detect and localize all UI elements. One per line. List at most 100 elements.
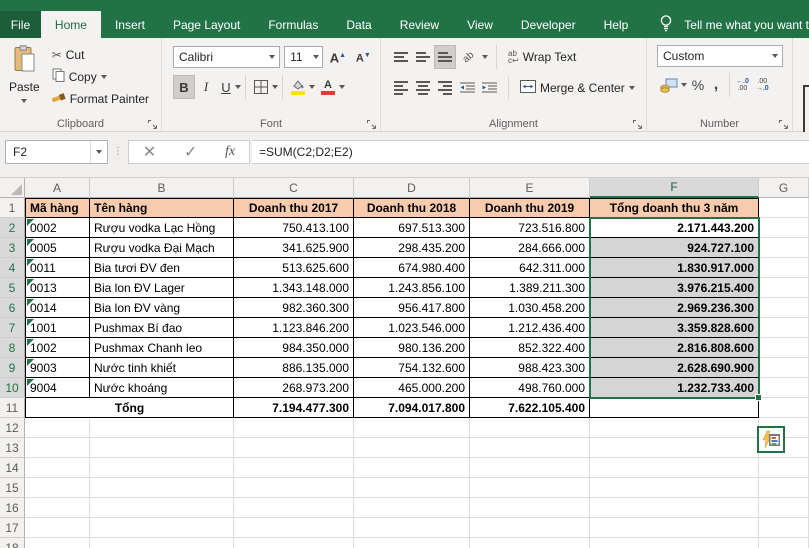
bottom-align-button[interactable] [434,45,456,69]
align-right-button[interactable] [434,76,456,100]
copy-button[interactable]: Copy [49,67,152,86]
tab-file[interactable]: File [0,11,41,38]
cell-E16[interactable] [470,498,590,518]
row-header-11[interactable]: 11 [0,398,25,418]
cell-G15[interactable] [759,478,809,498]
cell-C12[interactable] [234,418,354,438]
row-header-1[interactable]: 1 [0,198,25,218]
column-header-D[interactable]: D [354,178,470,198]
grow-font-button[interactable]: A▲ [327,45,348,69]
cell-E1[interactable]: Doanh thu 2019 [470,198,590,218]
cell-A16[interactable] [25,498,90,518]
cell-D12[interactable] [354,418,470,438]
cell-D16[interactable] [354,498,470,518]
cell-A8[interactable]: 1002 [25,338,90,358]
alignment-dialog-launcher-icon[interactable] [632,117,643,128]
accounting-format-button[interactable] [657,73,681,97]
cell-C7[interactable]: 1.123.846.200 [234,318,354,338]
cell-B4[interactable]: Bia tươi ĐV đen [90,258,234,278]
cell-B18[interactable] [90,538,234,548]
decrease-decimal-button[interactable]: .00→.0 [756,78,769,92]
format-painter-button[interactable]: Format Painter [49,90,152,108]
cell-C6[interactable]: 982.360.300 [234,298,354,318]
cell-E5[interactable]: 1.389.211.300 [470,278,590,298]
column-header-A[interactable]: A [25,178,90,198]
cell-C8[interactable]: 984.350.000 [234,338,354,358]
cell-A17[interactable] [25,518,90,538]
copy-dropdown-icon[interactable] [101,75,107,82]
font-color-dropdown-icon[interactable] [339,85,345,92]
cell-C17[interactable] [234,518,354,538]
cell-F8[interactable]: 2.816.808.600 [590,338,759,358]
cell-D17[interactable] [354,518,470,538]
cell-C1[interactable]: Doanh thu 2017 [234,198,354,218]
tab-formulas[interactable]: Formulas [254,11,332,38]
fill-color-dropdown-icon[interactable] [309,85,315,92]
cell-F13[interactable] [590,438,759,458]
cell-D11[interactable]: 7.094.017.800 [354,398,470,418]
font-name-combo[interactable]: Calibri [173,46,280,68]
cell-F17[interactable] [590,518,759,538]
cell-A4[interactable]: 0011 [25,258,90,278]
cell-G2[interactable] [759,218,809,238]
cell-C15[interactable] [234,478,354,498]
cell-E12[interactable] [470,418,590,438]
cell-D2[interactable]: 697.513.300 [354,218,470,238]
formula-bar-handle[interactable]: ⋮ [113,146,123,157]
cell-G10[interactable] [759,378,809,398]
decrease-indent-button[interactable] [456,76,478,100]
cell-C2[interactable]: 750.413.100 [234,218,354,238]
cell-A13[interactable] [25,438,90,458]
borders-icon[interactable] [250,75,272,99]
wrap-text-button[interactable]: abc↩ Wrap Text [505,49,579,65]
cell-A5[interactable]: 0013 [25,278,90,298]
cell-E3[interactable]: 284.666.000 [470,238,590,258]
cell-G3[interactable] [759,238,809,258]
percent-style-button[interactable]: % [687,73,709,97]
cell-E14[interactable] [470,458,590,478]
merge-center-dropdown-icon[interactable] [629,86,635,93]
paste-button[interactable]: Paste [9,45,40,108]
cell-D10[interactable]: 465.000.200 [354,378,470,398]
cell-B9[interactable]: Nước tinh khiết [90,358,234,378]
cell-A7[interactable]: 1001 [25,318,90,338]
cell-F4[interactable]: 1.830.917.000 [590,258,759,278]
row-header-5[interactable]: 5 [0,278,25,298]
row-header-16[interactable]: 16 [0,498,25,518]
tab-home[interactable]: Home [41,11,101,38]
cell-A6[interactable]: 0014 [25,298,90,318]
cell-G16[interactable] [759,498,809,518]
cell-C11[interactable]: 7.194.477.300 [234,398,354,418]
cell-E4[interactable]: 642.311.000 [470,258,590,278]
row-header-10[interactable]: 10 [0,378,25,398]
cell-E7[interactable]: 1.212.436.400 [470,318,590,338]
cell-F12[interactable] [590,418,759,438]
cell-G5[interactable] [759,278,809,298]
tell-me-box[interactable]: Tell me what you want t [658,11,809,38]
cell-F5[interactable]: 3.976.215.400 [590,278,759,298]
fill-color-button[interactable] [287,75,309,99]
cell-B5[interactable]: Bia lon ĐV Lager [90,278,234,298]
borders-dropdown-icon[interactable] [272,85,278,92]
row-header-12[interactable]: 12 [0,418,25,438]
cell-G1[interactable] [759,198,809,218]
fill-handle[interactable] [755,394,762,401]
cut-button[interactable]: ✂ Cut [49,47,152,63]
column-header-C[interactable]: C [234,178,354,198]
quick-analysis-button[interactable] [757,426,785,453]
cell-A14[interactable] [25,458,90,478]
cell-B17[interactable] [90,518,234,538]
cell-C9[interactable]: 886.135.000 [234,358,354,378]
cell-A15[interactable] [25,478,90,498]
merge-center-button[interactable]: Merge & Center [517,79,638,97]
row-header-13[interactable]: 13 [0,438,25,458]
name-box-dropdown-icon[interactable] [96,150,102,157]
cell-B14[interactable] [90,458,234,478]
row-header-14[interactable]: 14 [0,458,25,478]
cell-A11[interactable]: Tổng [25,398,234,418]
cell-B8[interactable]: Pushmax Chanh leo [90,338,234,358]
cell-D4[interactable]: 674.980.400 [354,258,470,278]
row-header-15[interactable]: 15 [0,478,25,498]
tab-view[interactable]: View [453,11,507,38]
tab-help[interactable]: Help [590,11,643,38]
